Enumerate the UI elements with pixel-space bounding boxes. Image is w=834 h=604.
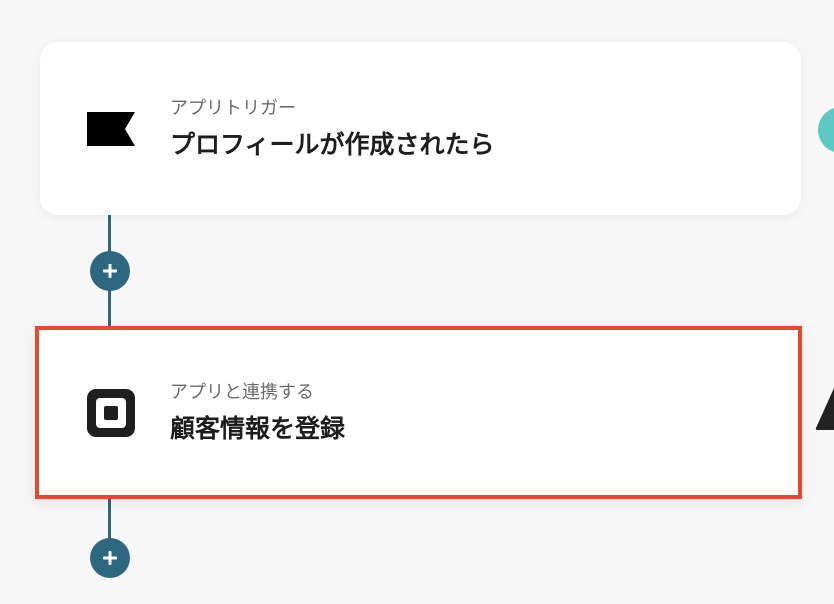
add-step-button[interactable] [90, 538, 130, 578]
action-card[interactable]: アプリと連携する 顧客情報を登録 [35, 326, 802, 499]
flow-canvas: アプリトリガー プロフィールが作成されたら アプリと連携する 顧客情報を登録 [0, 0, 834, 604]
action-text: アプリと連携する 顧客情報を登録 [170, 381, 345, 445]
flag-icon [85, 103, 137, 155]
square-logo-icon [85, 387, 137, 439]
plus-icon [103, 264, 117, 278]
trigger-text: アプリトリガー プロフィールが作成されたら [170, 97, 495, 161]
teal-circle-icon[interactable] [818, 107, 834, 153]
trigger-card[interactable]: アプリトリガー プロフィールが作成されたら [40, 42, 801, 215]
trigger-title: プロフィールが作成されたら [170, 129, 495, 159]
add-step-button[interactable] [90, 251, 130, 291]
plus-icon [103, 551, 117, 565]
action-label: アプリと連携する [170, 381, 314, 403]
action-title: 顧客情報を登録 [170, 413, 346, 443]
warning-triangle-icon [814, 386, 834, 436]
trigger-label: アプリトリガー [170, 97, 296, 119]
